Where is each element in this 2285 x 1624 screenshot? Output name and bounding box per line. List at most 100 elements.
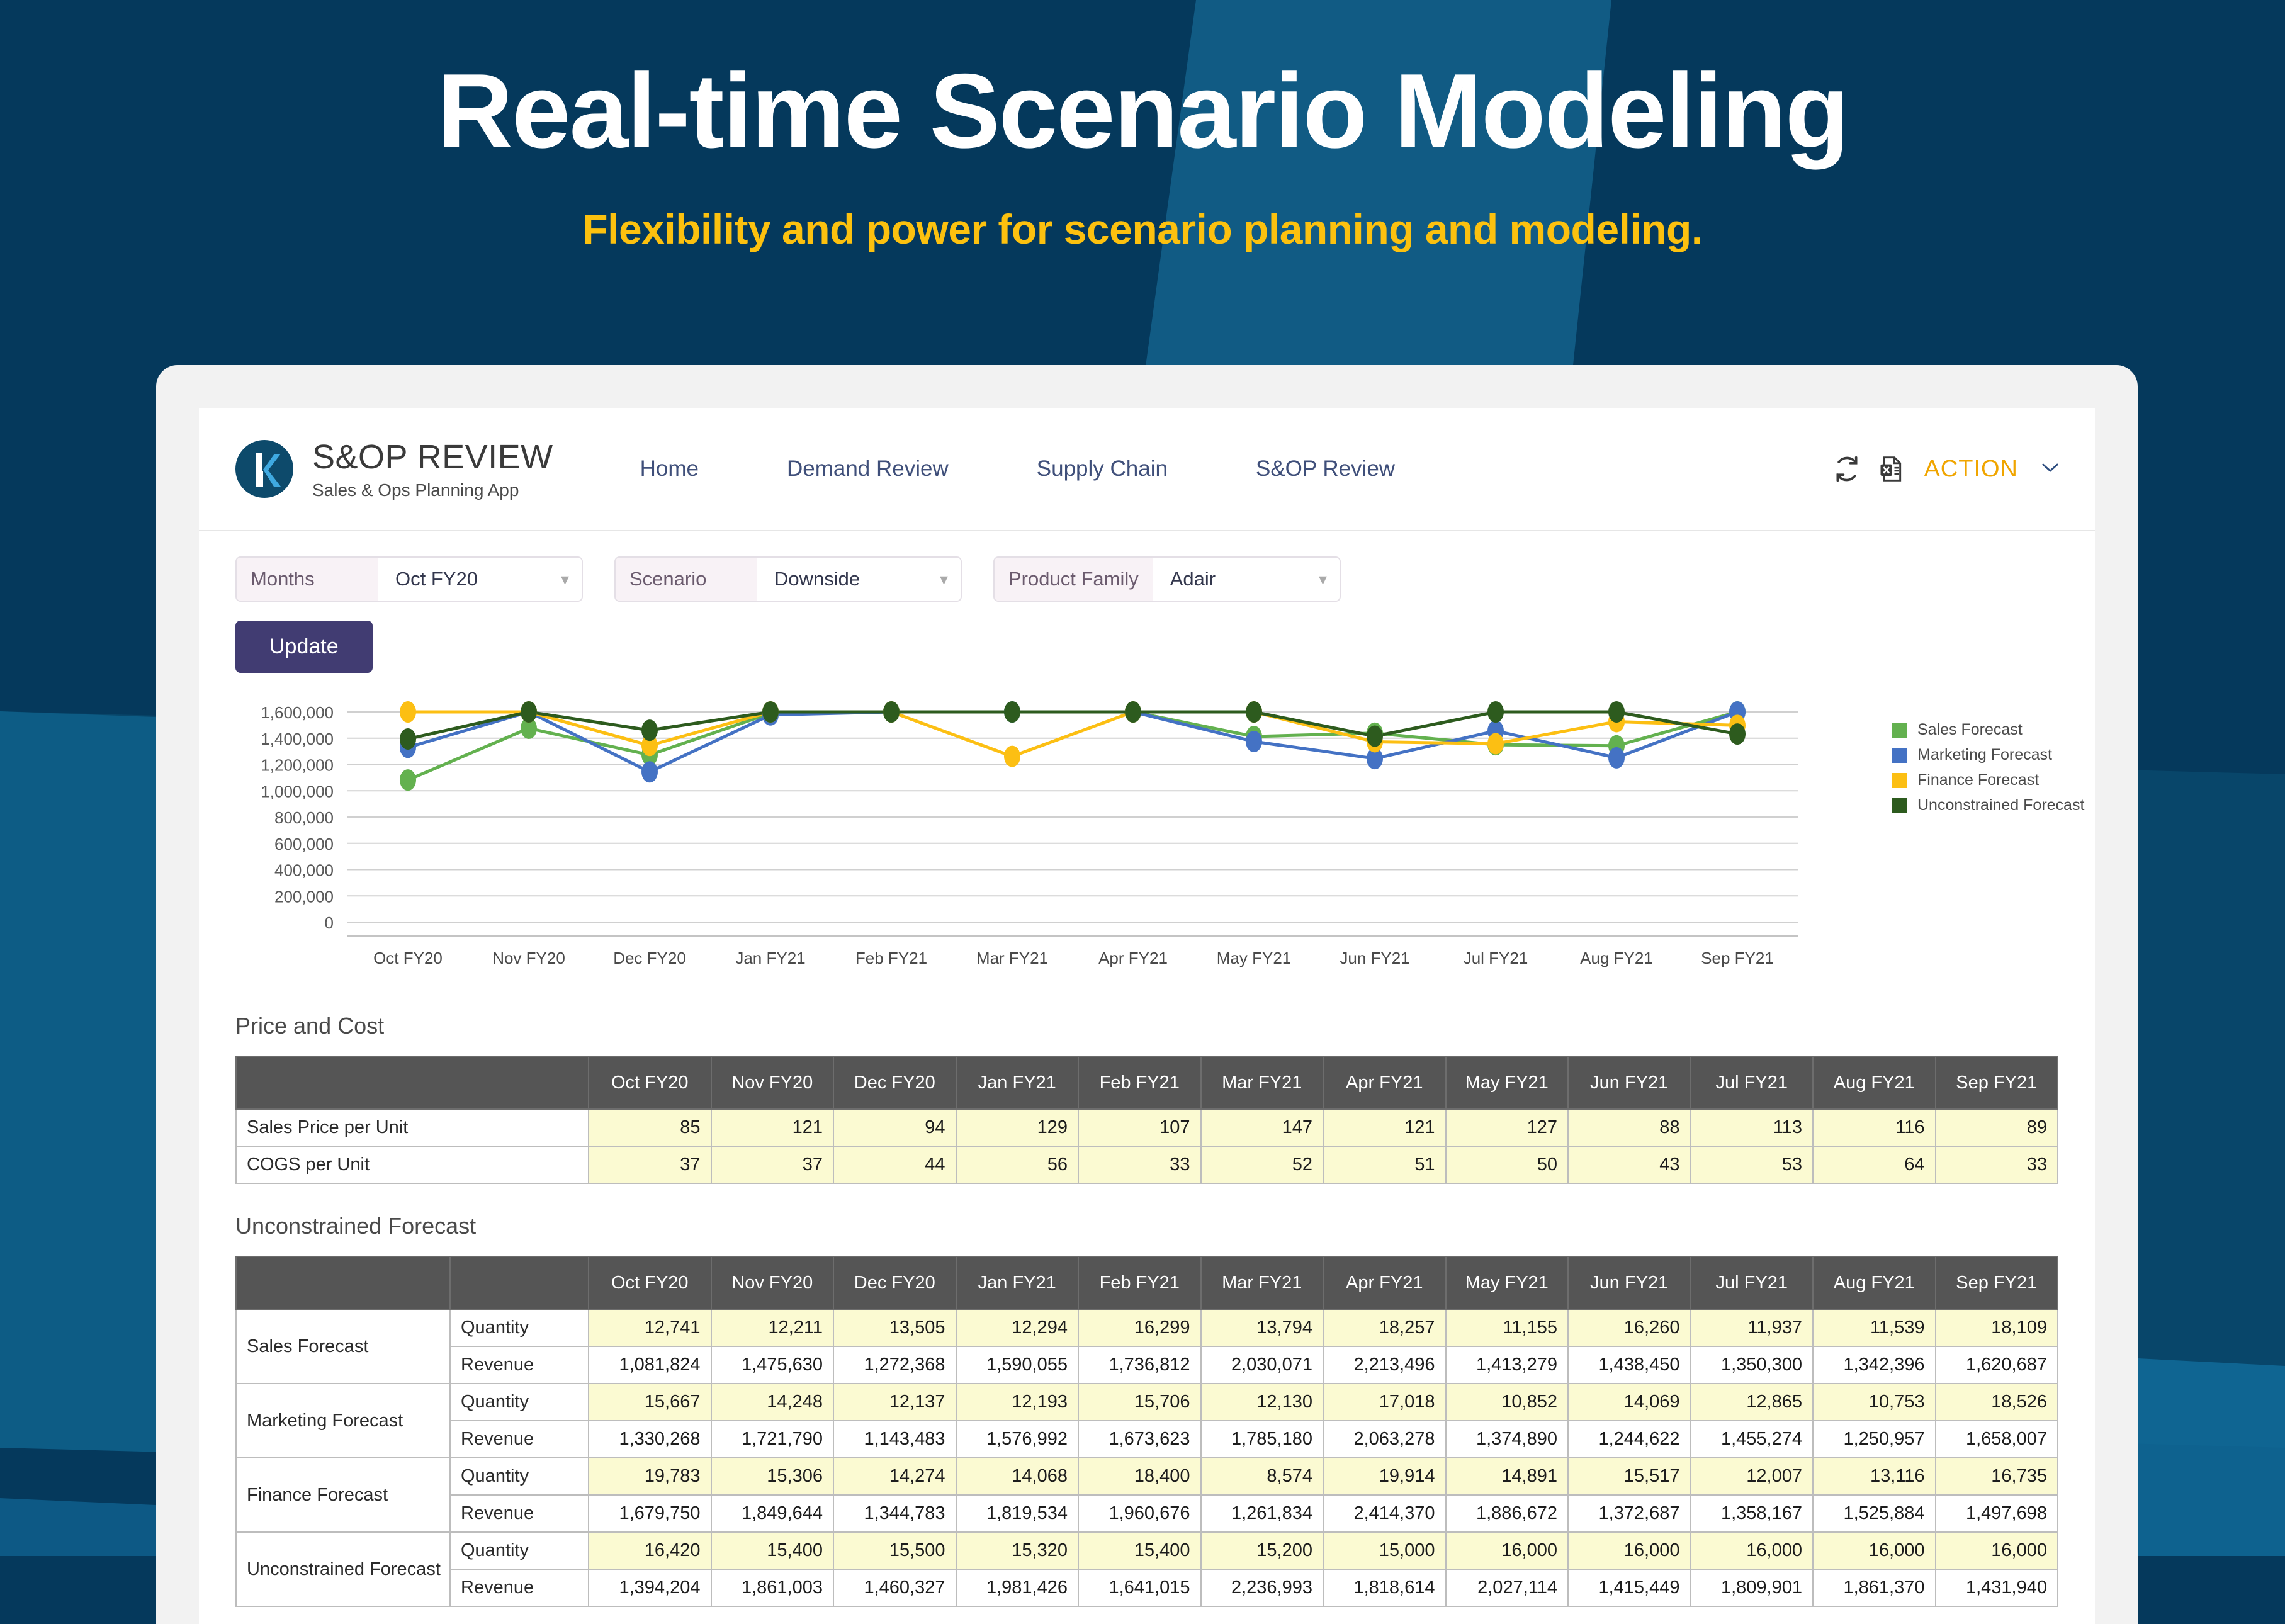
filter-scenario-select[interactable]: Downside ▾ [757, 558, 961, 601]
column-header: Nov FY20 [710, 1256, 834, 1310]
table-cell: 33 [1934, 1146, 2058, 1184]
row-label: Revenue [449, 1346, 589, 1384]
table-cell: 1,413,279 [1445, 1346, 1569, 1384]
legend-item[interactable]: Sales Forecast [1892, 721, 2084, 739]
table-cell: 2,236,993 [1200, 1569, 1324, 1607]
legend-item[interactable]: Unconstrained Forecast [1892, 796, 2084, 815]
table-cell: 88 [1567, 1108, 1691, 1147]
table-cell: 15,667 [588, 1383, 712, 1421]
legend-item[interactable]: Marketing Forecast [1892, 746, 2084, 764]
nav-item-supply-chain[interactable]: Supply Chain [1037, 456, 1168, 482]
column-header: Oct FY20 [588, 1256, 712, 1310]
legend-swatch [1892, 722, 1907, 738]
refresh-icon[interactable] [1833, 455, 1861, 483]
column-header: Jul FY21 [1690, 1056, 1814, 1110]
table-cell: 8,574 [1200, 1457, 1324, 1496]
legend-swatch [1892, 747, 1907, 763]
filter-months-label: Months [237, 558, 378, 601]
price-and-cost-table: Oct FY20 Nov FY20 Dec FY20 Jan FY21 Feb FY21… [235, 1056, 2058, 1184]
table-cell: 12,193 [955, 1383, 1079, 1421]
row-label: Quantity [449, 1457, 589, 1496]
table-cell: 2,030,071 [1200, 1346, 1324, 1384]
column-header: Aug FY21 [1812, 1256, 1936, 1310]
row-label: Quantity [449, 1531, 589, 1570]
table-cell: 1,431,940 [1934, 1569, 2058, 1607]
column-header: Jun FY21 [1567, 1256, 1691, 1310]
filter-scenario[interactable]: Scenario Downside ▾ [614, 556, 962, 602]
table-cell: 1,590,055 [955, 1346, 1079, 1384]
update-button[interactable]: Update [235, 621, 373, 673]
column-header: Oct FY20 [588, 1056, 712, 1110]
chart-legend: Sales Forecast Marketing Forecast Finance … [1892, 721, 2084, 815]
table-row: Marketing Forecast Quantity 15,667 14,248 12… [235, 1383, 2058, 1458]
column-header: Apr FY21 [1323, 1256, 1447, 1310]
table-cell: 16,000 [1934, 1531, 2058, 1570]
table-cell: 127 [1445, 1108, 1569, 1147]
column-header: Aug FY21 [1812, 1056, 1936, 1110]
column-header: Mar FY21 [1200, 1056, 1324, 1110]
table-cell: 1,455,274 [1690, 1420, 1814, 1458]
column-header: Dec FY20 [833, 1056, 957, 1110]
table-row: Unconstrained Forecast Quantity 16,420 15,4… [235, 1531, 2058, 1607]
table-cell: 14,891 [1445, 1457, 1569, 1496]
table-cell: 1,818,614 [1323, 1569, 1447, 1607]
chevron-down-icon[interactable] [2041, 461, 2060, 477]
filter-product-family[interactable]: Product Family Adair ▾ [993, 556, 1341, 602]
nav-item-home[interactable]: Home [640, 456, 699, 482]
table-cell: 121 [710, 1108, 834, 1147]
table-cell: 107 [1078, 1108, 1202, 1147]
table-cell: 16,299 [1078, 1309, 1202, 1347]
table-corner [235, 1256, 451, 1310]
unconstrained-forecast-section: Unconstrained Forecast Oct FY20 Nov FY20 D… [199, 1213, 2095, 1607]
row-label: Sales Price per Unit [235, 1108, 589, 1147]
filter-months-value: Oct FY20 [395, 568, 478, 590]
svg-text:Dec FY20: Dec FY20 [613, 949, 686, 967]
device-frame: S&OP REVIEW Sales & Ops Planning App Hom… [156, 365, 2138, 1624]
filter-bar: Months Oct FY20 ▾ Scenario Downside ▾ Pr… [199, 531, 2095, 602]
table-cell: 1,497,698 [1934, 1494, 2058, 1533]
legend-swatch [1892, 798, 1907, 813]
group-label: Finance Forecast [235, 1457, 451, 1533]
table-cell: 15,400 [710, 1531, 834, 1570]
column-header: Dec FY20 [833, 1256, 957, 1310]
legend-label: Finance Forecast [1917, 771, 2040, 789]
table-cell: 1,372,687 [1567, 1494, 1691, 1533]
table-cell: 2,213,496 [1323, 1346, 1447, 1384]
table-cell: 1,721,790 [710, 1420, 834, 1458]
filter-months-select[interactable]: Oct FY20 ▾ [378, 558, 582, 601]
table-corner [235, 1056, 589, 1110]
filter-months[interactable]: Months Oct FY20 ▾ [235, 556, 583, 602]
table-cell: 121 [1323, 1108, 1447, 1147]
svg-text:1,000,000: 1,000,000 [261, 782, 334, 801]
excel-export-icon[interactable] [1877, 455, 1905, 483]
table-cell: 14,069 [1567, 1383, 1691, 1421]
svg-text:Oct FY20: Oct FY20 [373, 949, 443, 967]
table-cell: 14,248 [710, 1383, 834, 1421]
table-cell: 12,007 [1690, 1457, 1814, 1496]
column-header: May FY21 [1445, 1056, 1569, 1110]
table-cell: 43 [1567, 1146, 1691, 1184]
action-button[interactable]: ACTION [1924, 456, 2018, 483]
filter-product-family-select[interactable]: Adair ▾ [1152, 558, 1340, 601]
table-row: Finance Forecast Quantity 19,783 15,306 14,2… [235, 1457, 2058, 1533]
app-screen: S&OP REVIEW Sales & Ops Planning App Hom… [199, 408, 2095, 1624]
row-label: Quantity [449, 1383, 589, 1421]
table-cell: 1,143,483 [833, 1420, 957, 1458]
svg-text:Feb FY21: Feb FY21 [855, 949, 927, 967]
table-row: Revenue 1,081,824 1,475,630 1,272,368 1,590,… [236, 1346, 2058, 1384]
nav-item-demand-review[interactable]: Demand Review [787, 456, 949, 482]
row-label: Revenue [449, 1420, 589, 1458]
table-cell: 1,358,167 [1690, 1494, 1814, 1533]
table-cell: 18,109 [1934, 1309, 2058, 1347]
table-cell: 12,137 [833, 1383, 957, 1421]
table-cell: 1,679,750 [588, 1494, 712, 1533]
legend-item[interactable]: Finance Forecast [1892, 771, 2084, 789]
table-cell: 1,342,396 [1812, 1346, 1936, 1384]
table-cell: 15,320 [955, 1531, 1079, 1570]
nav-item-sop-review[interactable]: S&OP Review [1256, 456, 1395, 482]
table-cell: 10,753 [1812, 1383, 1936, 1421]
table-cell: 11,539 [1812, 1309, 1936, 1347]
table-cell: 1,261,834 [1200, 1494, 1324, 1533]
table-cell: 1,886,672 [1445, 1494, 1569, 1533]
table-cell: 16,420 [588, 1531, 712, 1570]
